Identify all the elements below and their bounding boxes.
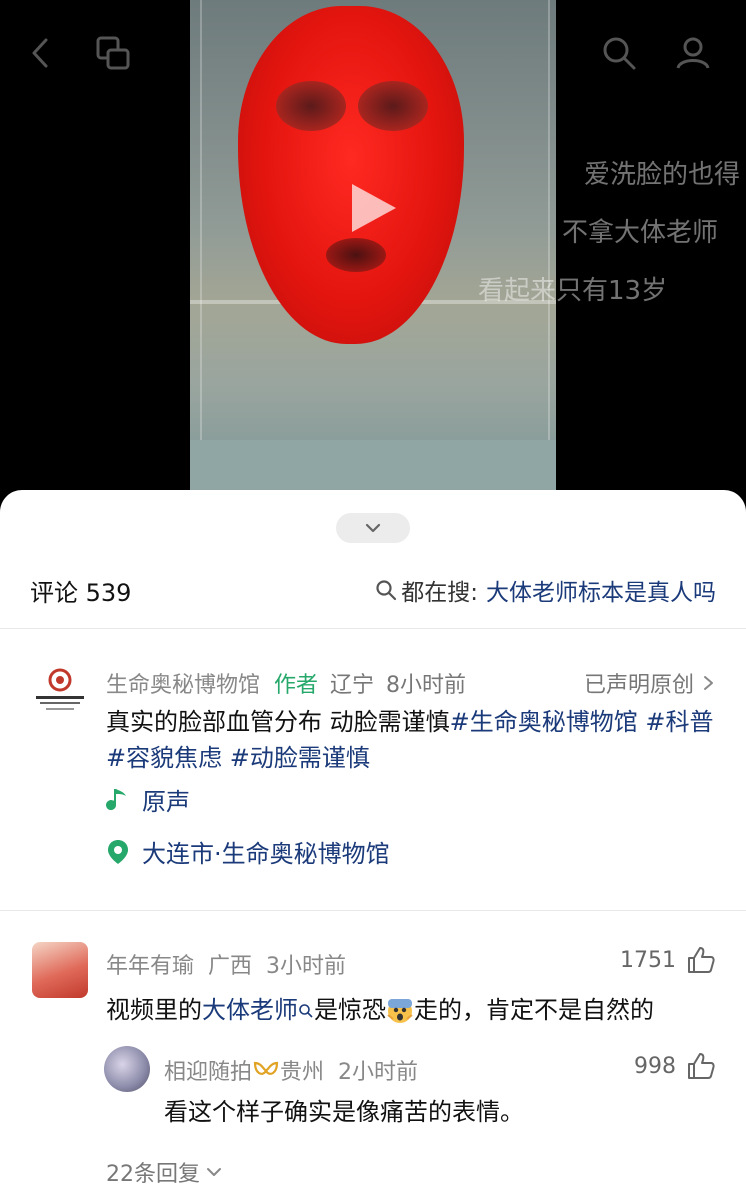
original-sound-link[interactable]: 原声 (106, 782, 190, 817)
specimen-mouth (326, 238, 386, 272)
hashtag-link[interactable]: #容貌焦虑 (106, 744, 222, 772)
danmaku-item: 看起来只有13岁 (478, 276, 668, 306)
hashtag-link[interactable]: #生命奥秘博物馆 (450, 708, 638, 736)
video-frame[interactable] (190, 0, 556, 490)
author-badge: 作者 (274, 673, 319, 698)
reply-location: 贵州 (280, 1060, 325, 1085)
post-author[interactable]: 生命奥秘博物馆 (106, 667, 260, 699)
keyword-search-link[interactable]: 大体老师 (202, 996, 298, 1024)
back-icon[interactable] (22, 34, 60, 72)
search-suggestion[interactable]: 都在搜: 大体老师标本是真人吗 (375, 573, 716, 607)
comment-text-mid: 是惊恐 (314, 996, 386, 1024)
like-count: 1751 (620, 947, 676, 973)
divider (0, 910, 746, 911)
museum-logo[interactable] (32, 666, 88, 716)
specimen-right-eye (358, 81, 428, 131)
reply-user[interactable]: 相迎随拍 (164, 1054, 252, 1086)
comment-user[interactable]: 年年有瑜 (106, 948, 194, 980)
post-text: 真实的脸部血管分布 动脸需谨慎#生命奥秘博物馆 #科普 #容貌焦虑 #动脸需谨慎 (106, 704, 718, 776)
replies-count-label: 22条回复 (106, 1162, 200, 1187)
search-icon[interactable] (600, 34, 638, 72)
search-suggestion-prefix: 都在搜: (401, 580, 478, 606)
display-base (190, 440, 556, 490)
location-pin-icon (108, 839, 128, 864)
reply-time: 2小时前 (338, 1060, 419, 1085)
profile-icon[interactable] (674, 34, 712, 72)
search-suggestion-query[interactable]: 大体老师标本是真人吗 (486, 573, 716, 607)
comment-text-post: 走的，肯定不是自然的 (414, 996, 654, 1024)
chevron-down-icon (207, 1168, 221, 1176)
chevron-down-icon (365, 523, 381, 533)
thumbs-up-icon (688, 1053, 715, 1079)
video-player[interactable]: 爱洗脸的也得 不拿大体老师 看起来只有13岁 (0, 0, 746, 520)
hashtag-separator (222, 744, 230, 772)
original-claim[interactable]: 已声明原创 (584, 667, 716, 699)
play-icon[interactable] (352, 184, 396, 232)
original-claim-label: 已声明原创 (583, 673, 694, 698)
original-sound-label: 原声 (142, 788, 190, 816)
place-label: 大连市·生命奥秘博物馆 (142, 840, 390, 868)
comment-time: 3小时前 (266, 954, 347, 979)
avatar[interactable] (32, 942, 88, 998)
post-location: 辽宁 (330, 673, 375, 698)
hashtag-link[interactable]: #动脸需谨慎 (230, 744, 370, 772)
reply-meta: 相迎随拍 贵州 2小时前 (164, 1054, 418, 1086)
like-button[interactable]: 1751 (620, 946, 716, 974)
chevron-right-icon (704, 676, 713, 690)
reply-text: 看这个样子确实是像痛苦的表情。 (164, 1098, 524, 1126)
divider (0, 628, 746, 629)
scared-emoji-icon (387, 999, 413, 1023)
comment-text-pre: 视频里的 (106, 996, 202, 1024)
avatar[interactable] (104, 1046, 150, 1092)
post-text-plain: 真实的脸部血管分布 动脸需谨慎 (106, 708, 450, 736)
search-icon (376, 580, 397, 601)
multi-window-icon[interactable] (94, 34, 132, 72)
hashtag-link[interactable]: #科普 (645, 708, 713, 736)
ribbon-badge-icon (253, 1061, 279, 1075)
comments-count-title: 评论 539 (30, 578, 132, 607)
collapse-sheet-button[interactable] (336, 513, 410, 543)
like-count: 998 (634, 1053, 676, 1079)
like-button[interactable]: 998 (634, 1052, 716, 1080)
comment-meta: 年年有瑜 广西 3小时前 (106, 948, 346, 980)
post-meta: 生命奥秘博物馆 作者 辽宁 8小时前 已声明原创 (106, 666, 716, 700)
view-replies-link[interactable]: 22条回复 (106, 1156, 222, 1188)
comment-location: 广西 (208, 954, 253, 979)
comments-sheet: 评论 539 都在搜: 大体老师标本是真人吗 生命奥秘博物馆 作者 辽宁 8小时… (0, 490, 746, 1200)
thumbs-up-icon (688, 947, 715, 973)
danmaku-item: 不拿大体老师 (562, 218, 719, 248)
place-link[interactable]: 大连市·生命奥秘博物馆 (106, 834, 390, 869)
search-icon[interactable] (298, 1003, 314, 1019)
danmaku-item: 爱洗脸的也得 (584, 160, 741, 190)
post-time: 8小时前 (386, 673, 467, 698)
comments-header: 评论 539 都在搜: 大体老师标本是真人吗 (30, 570, 716, 610)
music-note-icon (106, 788, 126, 810)
specimen-left-eye (276, 81, 346, 131)
comment-text: 视频里的大体老师 是惊恐 走的，肯定不是自然的 (106, 990, 654, 1025)
